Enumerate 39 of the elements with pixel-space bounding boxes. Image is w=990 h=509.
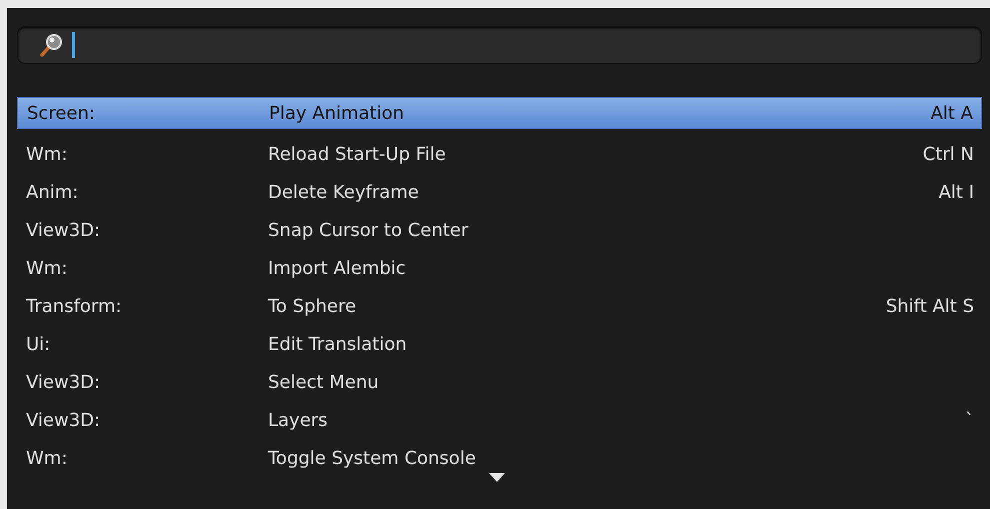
search-result[interactable]: Wm: Toggle System Console <box>17 439 982 477</box>
result-shortcut: Alt A <box>930 102 973 124</box>
scroll-down-icon[interactable] <box>489 473 505 482</box>
result-shortcut: ` <box>965 410 974 430</box>
search-result[interactable]: Wm: Import Alembic <box>17 249 982 287</box>
search-icon <box>38 32 64 58</box>
result-name: To Sphere <box>268 296 358 316</box>
result-category: Anim: <box>26 182 80 202</box>
result-shortcut: Shift Alt S <box>886 296 974 316</box>
search-result[interactable]: Transform: To Sphere Shift Alt S <box>17 287 982 325</box>
result-category: Wm: <box>26 144 68 164</box>
result-category: View3D: <box>26 220 102 240</box>
search-result[interactable]: View3D: Select Menu <box>17 363 982 401</box>
result-name: Reload Start-Up File <box>268 144 447 164</box>
result-category: Wm: <box>26 258 68 278</box>
text-cursor <box>72 32 75 58</box>
search-result[interactable]: View3D: Layers ` <box>17 401 982 439</box>
search-result[interactable]: Screen: Play Animation Alt A <box>17 97 982 129</box>
result-category: View3D: <box>26 410 102 430</box>
result-name: Layers <box>268 410 329 430</box>
result-name: Snap Cursor to Center <box>268 220 470 240</box>
result-shortcut: Ctrl N <box>922 144 974 164</box>
result-category: Ui: <box>26 334 52 354</box>
search-field[interactable] <box>17 26 982 64</box>
result-shortcut: Alt I <box>938 182 974 202</box>
result-category: Wm: <box>26 448 68 468</box>
search-result[interactable]: Anim: Delete Keyframe Alt I <box>17 173 982 211</box>
result-category: Screen: <box>27 102 96 124</box>
search-result[interactable]: View3D: Snap Cursor to Center <box>17 211 982 249</box>
result-name: Delete Keyframe <box>268 182 420 202</box>
result-name: Toggle System Console <box>268 448 477 468</box>
search-result[interactable]: Ui: Edit Translation <box>17 325 982 363</box>
result-name: Select Menu <box>268 372 380 392</box>
result-name: Play Animation <box>269 102 406 124</box>
result-name: Import Alembic <box>268 258 407 278</box>
search-result[interactable]: Wm: Reload Start-Up File Ctrl N <box>17 135 982 173</box>
result-category: View3D: <box>26 372 102 392</box>
result-category: Transform: <box>26 296 123 316</box>
result-name: Edit Translation <box>268 334 408 354</box>
